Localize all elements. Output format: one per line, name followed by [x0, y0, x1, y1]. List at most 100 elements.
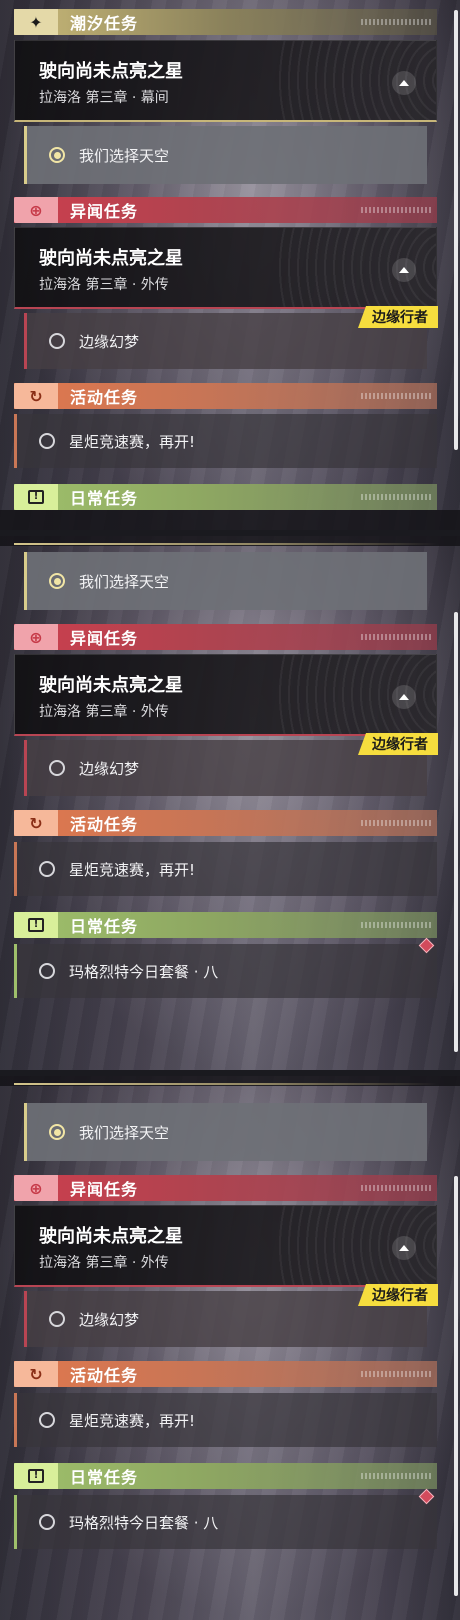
option-label: 我们选择天空: [79, 1123, 170, 1142]
option-label: 边缘幻梦: [79, 332, 140, 351]
exclamation-box-icon: !: [14, 484, 58, 510]
option-label: 星炬竞速赛，再开!: [69, 432, 196, 451]
category-header-daily: ! 日常任务: [14, 484, 437, 510]
sparkle-icon: ✦: [14, 9, 58, 35]
quest-panel-1: ✦ 潮汐任务 驶向尚未点亮之星 拉海洛 第三章 · 幕间 我们选择天空 ⊕ 异闻…: [0, 0, 460, 536]
decor-stripes: [361, 1185, 431, 1191]
option-label: 玛格烈特今日套餐 · 八: [69, 1513, 219, 1532]
radio-empty-icon: [49, 1311, 65, 1327]
quest-subtitle: 拉海洛 第三章 · 幕间: [39, 90, 169, 106]
option-label: 星炬竞速赛，再开!: [69, 860, 196, 879]
scrollbar-thumb[interactable]: [454, 10, 458, 450]
quest-card-main[interactable]: 驶向尚未点亮之星 拉海洛 第三章 · 幕间: [14, 40, 437, 122]
collapse-button[interactable]: [392, 258, 416, 282]
option-label: 我们选择天空: [79, 146, 170, 165]
decor-stripes: [361, 634, 431, 640]
scrollbar[interactable]: [454, 1176, 458, 1596]
quest-option[interactable]: 玛格烈特今日套餐 · 八: [14, 1495, 437, 1549]
radio-empty-icon: [49, 333, 65, 349]
quest-option-selected[interactable]: 我们选择天空: [24, 552, 427, 610]
collapse-button[interactable]: [392, 1236, 416, 1260]
quest-title: 驶向尚未点亮之星: [39, 675, 183, 696]
category-header-trailblaze: ✦ 潮汐任务: [14, 9, 437, 35]
chevron-up-icon: [399, 1245, 409, 1251]
category-title: 日常任务: [70, 1468, 139, 1487]
quest-card-side[interactable]: 驶向尚未点亮之星 拉海洛 第三章 · 外传: [14, 654, 437, 736]
card-edge-line: [14, 1083, 437, 1085]
option-label: 我们选择天空: [79, 572, 170, 591]
option-label: 玛格烈特今日套餐 · 八: [69, 962, 219, 981]
category-title: 活动任务: [70, 815, 139, 834]
collapse-button[interactable]: [392, 685, 416, 709]
crosshair-icon: ⊕: [14, 197, 58, 223]
radio-empty-icon: [39, 861, 55, 877]
quest-card-side[interactable]: 驶向尚未点亮之星 拉海洛 第三章 · 外传: [14, 227, 437, 309]
decor-stripes: [361, 207, 431, 213]
category-header-event: ↻ 活动任务: [14, 810, 437, 836]
quest-title: 驶向尚未点亮之星: [39, 1226, 183, 1247]
decor-stripes: [361, 1473, 431, 1479]
quest-option[interactable]: 玛格烈特今日套餐 · 八: [14, 944, 437, 998]
decor-stripes: [361, 922, 431, 928]
refresh-icon: ↻: [14, 1361, 58, 1387]
radio-selected-icon: [49, 1124, 65, 1140]
category-title: 日常任务: [70, 917, 139, 936]
collapse-button[interactable]: [392, 71, 416, 95]
quest-option[interactable]: 星炬竞速赛，再开!: [14, 414, 437, 468]
category-header-daily: ! 日常任务: [14, 1463, 437, 1489]
quest-option-selected[interactable]: 我们选择天空: [24, 1103, 427, 1161]
option-label: 边缘幻梦: [79, 1310, 140, 1329]
quest-tag-badge: 边缘行者: [358, 306, 438, 328]
category-header-adventure: ⊕ 异闻任务: [14, 624, 437, 650]
radio-empty-icon: [39, 1514, 55, 1530]
option-label: 边缘幻梦: [79, 759, 140, 778]
scrollbar-thumb[interactable]: [454, 1176, 458, 1596]
chevron-up-icon: [399, 267, 409, 273]
radio-empty-icon: [39, 1412, 55, 1428]
quest-panel-3: 我们选择天空 ⊕ 异闻任务 驶向尚未点亮之星 拉海洛 第三章 · 外传 边缘行者…: [0, 1076, 460, 1620]
chevron-up-icon: [399, 80, 409, 86]
quest-subtitle: 拉海洛 第三章 · 外传: [39, 704, 169, 720]
crosshair-icon: ⊕: [14, 624, 58, 650]
category-header-daily: ! 日常任务: [14, 912, 437, 938]
decor-stripes: [361, 19, 431, 25]
option-label: 星炬竞速赛，再开!: [69, 1411, 196, 1430]
radio-empty-icon: [39, 433, 55, 449]
category-header-event: ↻ 活动任务: [14, 1361, 437, 1387]
card-edge-line: [14, 543, 437, 545]
refresh-icon: ↻: [14, 383, 58, 409]
category-title: 潮汐任务: [70, 14, 139, 33]
quest-subtitle: 拉海洛 第三章 · 外传: [39, 277, 169, 293]
category-title: 异闻任务: [70, 629, 139, 648]
category-title: 日常任务: [70, 489, 139, 508]
quest-subtitle: 拉海洛 第三章 · 外传: [39, 1255, 169, 1271]
exclamation-box-icon: !: [14, 1463, 58, 1489]
chevron-up-icon: [399, 694, 409, 700]
exclamation-box-icon: !: [14, 912, 58, 938]
category-header-event: ↻ 活动任务: [14, 383, 437, 409]
crosshair-icon: ⊕: [14, 1175, 58, 1201]
category-header-adventure: ⊕ 异闻任务: [14, 1175, 437, 1201]
scrollbar[interactable]: [454, 612, 458, 1052]
decor-stripes: [361, 393, 431, 399]
category-title: 活动任务: [70, 388, 139, 407]
decor-stripes: [361, 1371, 431, 1377]
quest-option-selected[interactable]: 我们选择天空: [24, 126, 427, 184]
radio-empty-icon: [39, 963, 55, 979]
category-header-adventure: ⊕ 异闻任务: [14, 197, 437, 223]
quest-option[interactable]: 星炬竞速赛，再开!: [14, 1393, 437, 1447]
category-title: 异闻任务: [70, 202, 139, 221]
radio-selected-icon: [49, 573, 65, 589]
category-title: 异闻任务: [70, 1180, 139, 1199]
scrollbar-thumb[interactable]: [454, 612, 458, 1052]
quest-tag-badge: 边缘行者: [358, 733, 438, 755]
scrollbar[interactable]: [454, 10, 458, 450]
quest-panel-2: 我们选择天空 ⊕ 异闻任务 驶向尚未点亮之星 拉海洛 第三章 · 外传 边缘行者…: [0, 536, 460, 1076]
quest-title: 驶向尚未点亮之星: [39, 248, 183, 269]
decor-stripes: [361, 820, 431, 826]
quest-option[interactable]: 星炬竞速赛，再开!: [14, 842, 437, 896]
quest-card-side[interactable]: 驶向尚未点亮之星 拉海洛 第三章 · 外传: [14, 1205, 437, 1287]
quest-tag-badge: 边缘行者: [358, 1284, 438, 1306]
radio-empty-icon: [49, 760, 65, 776]
decor-stripes: [361, 494, 431, 500]
